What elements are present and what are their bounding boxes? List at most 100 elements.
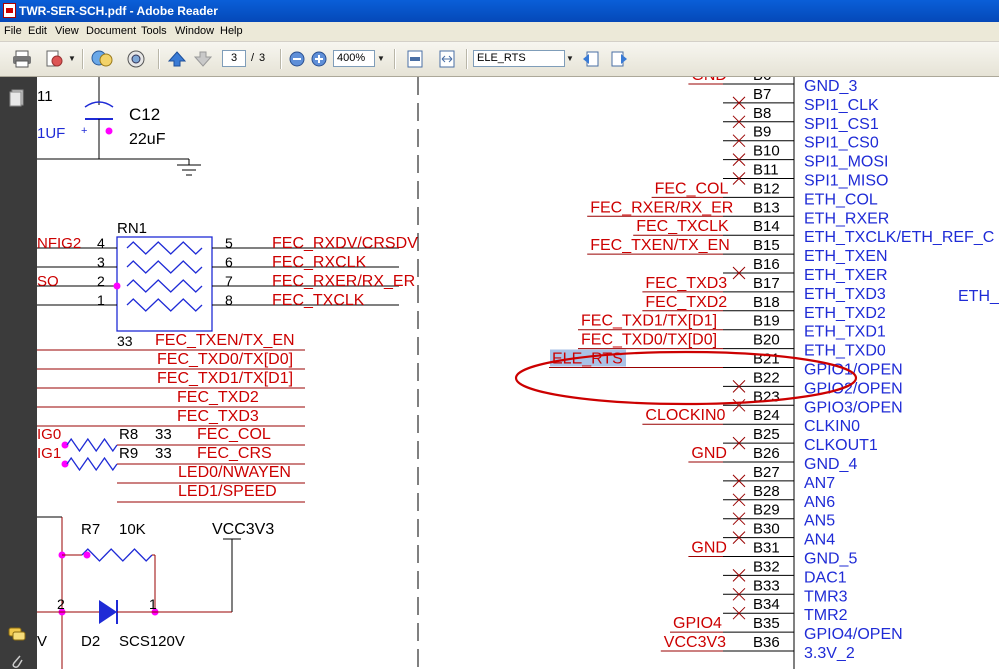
rn1-pin33-label: 33 xyxy=(117,333,133,349)
rn1-body xyxy=(116,236,213,332)
connector-pin-label: B31 xyxy=(753,540,780,557)
connector-signal-label: ETH_TXD2 xyxy=(804,305,886,322)
menu-help[interactable]: Help xyxy=(220,25,243,37)
rn1-right-pin: 8 xyxy=(225,292,233,308)
resistor-left-net: IG0 xyxy=(37,426,61,443)
connector-net-label: GND xyxy=(691,540,727,557)
title-bar: TWR-SER-SCH.pdf - Adobe Reader xyxy=(0,0,999,22)
connector-signal-label: TMR2 xyxy=(804,607,848,624)
page-number-input[interactable]: 3 xyxy=(222,50,246,67)
connector-signal-label: ETH_COL xyxy=(804,191,878,208)
menu-document[interactable]: Document xyxy=(86,25,136,37)
rn1-resistor xyxy=(126,298,203,312)
r7-ref-label: R7 xyxy=(81,521,100,538)
connector-pin-label: B33 xyxy=(753,577,780,594)
left-net-label: FEC_TXD3 xyxy=(177,408,259,425)
connector-pin-label: B36 xyxy=(753,634,780,651)
resistor-net-label: FEC_COL xyxy=(197,426,271,443)
connector-pin-label: B13 xyxy=(753,199,780,216)
connector-net-label: VCC3V3 xyxy=(664,634,726,651)
connector-signal-label: DAC1 xyxy=(804,569,847,586)
resistor-symbol xyxy=(66,456,118,472)
hand-tool-icon[interactable] xyxy=(124,48,148,70)
connector-signal-label: GPIO4/OPEN xyxy=(804,626,903,643)
find-next-icon[interactable] xyxy=(608,48,630,70)
connector-net-label: FEC_TXD0/TX[D0] xyxy=(581,332,717,349)
connector-signal-label: GPIO1/OPEN xyxy=(804,362,903,379)
previous-page-icon[interactable] xyxy=(166,48,188,70)
connector-pin-label: B11 xyxy=(753,162,779,179)
rn1-left-net: SO xyxy=(37,273,59,290)
pdf-file-icon xyxy=(3,3,16,18)
connector-net-label: FEC_TXD1/TX[D1] xyxy=(581,313,717,330)
connector-net-label: FEC_RXER/RX_ER xyxy=(590,199,733,216)
c11-ref-label: 11 xyxy=(37,88,53,105)
chevron-down-icon[interactable]: ▼ xyxy=(66,50,78,67)
c12-polarity-dot xyxy=(105,127,113,135)
collaborate-icon[interactable] xyxy=(90,48,114,70)
zoom-out-icon[interactable] xyxy=(288,48,306,70)
resistor-ref-label: R9 xyxy=(119,445,138,462)
left-net-label: FEC_TXD1/TX[D1] xyxy=(157,370,293,387)
search-input[interactable]: ELE_RTS xyxy=(473,50,565,67)
connector-pin-label: B34 xyxy=(753,596,780,613)
connector-pin-label: B18 xyxy=(753,294,780,311)
connector-signal-label: ETH_TXCLK/ETH_REF_C xyxy=(804,229,994,246)
zoom-dropdown-icon[interactable]: ▼ xyxy=(375,50,387,67)
r7-value-label: 10K xyxy=(119,521,146,538)
connector-pin-label: B14 xyxy=(753,218,780,235)
connector-signal-label: GPIO3/OPEN xyxy=(804,399,903,416)
fit-width-icon[interactable] xyxy=(436,48,458,70)
connector-net-label: GND xyxy=(691,445,727,462)
connector-pin-label: B24 xyxy=(753,407,780,424)
zoom-in-icon[interactable] xyxy=(310,48,328,70)
menu-view[interactable]: View xyxy=(55,25,79,37)
c12-ref-label: C12 xyxy=(129,105,160,124)
rn1-right-net: FEC_RXDV/CRSDV xyxy=(272,235,418,252)
page-options-icon[interactable] xyxy=(42,48,66,70)
search-dropdown-icon[interactable]: ▼ xyxy=(564,50,576,67)
rn1-left-net: NFIG2 xyxy=(37,235,81,252)
connector-pin-label: B26 xyxy=(753,445,780,462)
attachments-icon[interactable] xyxy=(8,652,26,670)
connector-pin-label: B6 xyxy=(753,77,771,84)
junction-node xyxy=(83,551,91,559)
menu-tools[interactable]: Tools xyxy=(141,25,167,37)
resistor-value-label: 33 xyxy=(155,445,172,462)
menu-window[interactable]: Window xyxy=(175,25,214,37)
connector-pin-label: B35 xyxy=(753,615,780,632)
menu-bar: File Edit View Document Tools Window Hel… xyxy=(0,22,999,42)
page-total: 3 xyxy=(259,52,266,64)
connector-pin-label: B12 xyxy=(753,180,780,197)
connector-signal-label: SPI1_CS0 xyxy=(804,135,879,152)
connector-signal-label: TMR3 xyxy=(804,588,848,605)
connector-signal-label: AN7 xyxy=(804,475,835,492)
connector-signal-label: SPI1_MISO xyxy=(804,173,888,190)
connector-signal-label: ETH_TXEN xyxy=(804,248,888,265)
next-page-icon[interactable] xyxy=(192,48,214,70)
pages-panel-icon[interactable] xyxy=(8,89,26,107)
comments-icon[interactable] xyxy=(8,625,26,643)
rn1-right-net: FEC_RXER/RX_ER xyxy=(272,273,415,290)
menu-file[interactable]: File xyxy=(4,25,22,37)
find-previous-icon[interactable] xyxy=(580,48,602,70)
resistor-left-net: IG1 xyxy=(37,445,61,462)
rn1-junction-node xyxy=(113,282,121,290)
connector-net-label: FEC_TXCLK xyxy=(636,218,729,235)
connector-pin-label: B27 xyxy=(753,464,780,481)
led0-net-label: LED0/NWAYEN xyxy=(178,464,291,481)
rn1-right-pin: 6 xyxy=(225,254,233,270)
fit-page-icon[interactable] xyxy=(404,48,426,70)
led1-net-label: LED1/SPEED xyxy=(178,483,277,500)
left-net-label: FEC_TXEN/TX_EN xyxy=(155,332,295,349)
print-icon[interactable] xyxy=(10,48,34,70)
connector-pin-label: B20 xyxy=(753,332,780,349)
zoom-level-input[interactable]: 400% xyxy=(333,50,375,67)
connector-pin-label: B10 xyxy=(753,143,780,160)
connector-signal-label: AN5 xyxy=(804,513,835,530)
connector-signal-label: ETH_RXER xyxy=(804,210,889,227)
menu-edit[interactable]: Edit xyxy=(28,25,47,37)
d2-diode-body xyxy=(99,600,117,624)
connector-signal-label: AN6 xyxy=(804,494,835,511)
connector-pin-label: B8 xyxy=(753,105,771,122)
